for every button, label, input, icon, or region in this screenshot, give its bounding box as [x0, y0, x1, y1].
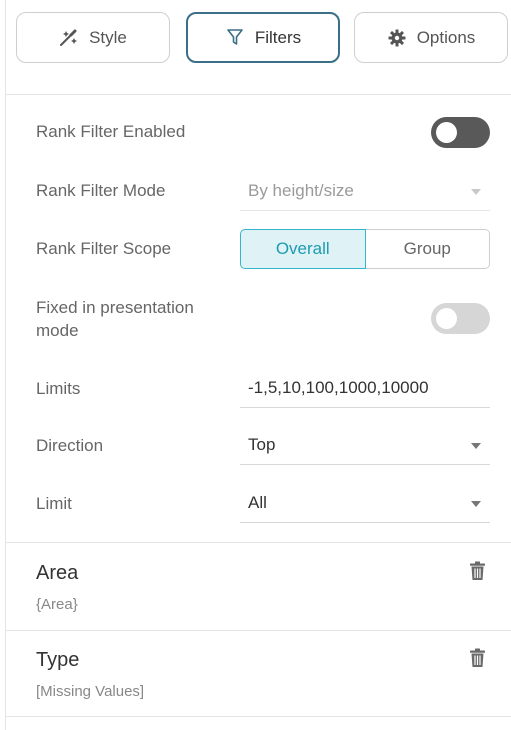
direction-label: Direction	[36, 436, 104, 455]
limit-label: Limit	[36, 494, 72, 513]
fixed-presentation-toggle[interactable]	[431, 303, 490, 334]
gear-icon	[387, 28, 407, 48]
rank-filter-enabled-label: Rank Filter Enabled	[36, 122, 186, 141]
rank-filter-mode-select[interactable]: By height/size	[240, 171, 490, 211]
tab-style-label: Style	[89, 27, 127, 47]
delete-type-filter-trash-icon[interactable]	[469, 648, 486, 668]
tab-options-label: Options	[416, 27, 476, 47]
tab-style[interactable]: Style	[16, 12, 170, 63]
divider	[5, 542, 511, 543]
limits-value: -1,5,10,100,1000,10000	[248, 377, 429, 397]
filter-type-title: Type	[36, 649, 80, 671]
tab-options[interactable]: Options	[354, 12, 508, 63]
magic-wand-icon	[59, 28, 79, 48]
rank-filter-scope-label: Rank Filter Scope	[36, 239, 172, 258]
filter-area-subtitle: {Area}	[36, 596, 78, 613]
rank-filter-mode-value: By height/size	[248, 180, 354, 200]
limit-select[interactable]: All	[240, 483, 490, 523]
divider	[5, 716, 511, 717]
panel-left-border	[5, 0, 6, 730]
filter-type-subtitle: [Missing Values]	[36, 683, 145, 700]
delete-area-filter-trash-icon[interactable]	[469, 561, 486, 581]
rank-filter-enabled-toggle[interactable]	[431, 117, 490, 148]
chevron-down-icon	[471, 189, 481, 195]
chevron-down-icon	[471, 443, 481, 449]
tab-filters-label: Filters	[254, 27, 302, 47]
direction-select[interactable]: Top	[240, 425, 490, 465]
fixed-presentation-label-line2: mode	[36, 321, 79, 340]
scope-group-button[interactable]: Group	[365, 229, 490, 269]
panel-tabs: Style Filters Options	[16, 12, 508, 64]
scope-overall-button[interactable]: Overall	[240, 229, 366, 269]
divider	[5, 630, 511, 631]
toggle-knob	[436, 308, 457, 329]
limits-input[interactable]: -1,5,10,100,1000,10000	[240, 368, 490, 408]
tab-filters[interactable]: Filters	[186, 12, 340, 63]
limit-value: All	[248, 492, 267, 512]
divider	[5, 94, 511, 95]
rank-filter-scope-segmented: Overall Group	[240, 229, 490, 269]
toggle-knob	[436, 122, 457, 143]
rank-filter-mode-label: Rank Filter Mode	[36, 181, 166, 200]
filter-area-title: Area	[36, 562, 79, 584]
direction-value: Top	[248, 434, 276, 454]
funnel-icon	[225, 28, 245, 48]
fixed-presentation-label-line1: Fixed in presentation	[36, 298, 194, 317]
limits-label: Limits	[36, 379, 81, 398]
chevron-down-icon	[471, 501, 481, 507]
